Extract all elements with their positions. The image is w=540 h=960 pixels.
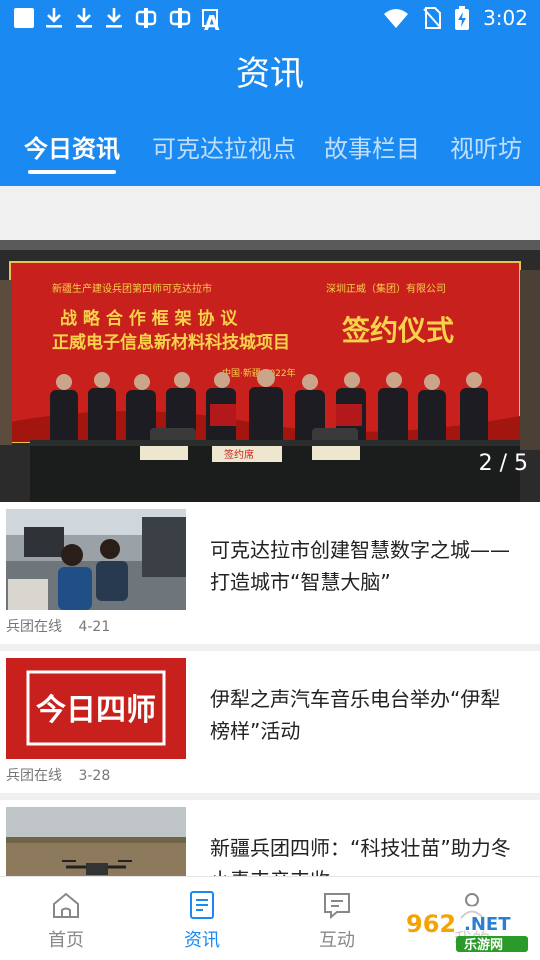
download-icon — [46, 8, 62, 28]
clock-text: 3:02 — [483, 6, 528, 30]
news-item-1[interactable]: 今日四师 伊犁之声汽车音乐电台举办“伊犁榜样”活动 兵团在线 3-28 — [0, 651, 540, 793]
bug-app-icon — [135, 8, 157, 28]
nav-interact[interactable]: 互动 — [287, 889, 387, 953]
a-badge-icon: A — [202, 9, 220, 35]
banner-carousel[interactable]: 新疆生产建设兵团第四师可克达拉市 深圳正威（集团）有限公司 战 略 合 作 框 … — [0, 240, 540, 502]
news-title: 可克达拉市创建智慧数字之城——打造城市“智慧大脑” — [210, 538, 510, 594]
thumb-logo-text: 今日四师 — [36, 693, 156, 728]
news-thumbnail: 今日四师 — [6, 658, 186, 759]
status-icons-left: A — [14, 6, 220, 35]
tab-kekedala-viewpoint[interactable]: 可克达拉视点 — [152, 132, 296, 166]
tab-story-column[interactable]: 故事栏目 — [324, 132, 420, 166]
news-date: 3-28 — [78, 768, 111, 784]
news-title: 新疆兵团四师：“科技壮苗”助力冬小麦丰产丰收 — [210, 836, 511, 876]
banner-ceremony: 签约仪式 — [342, 314, 454, 347]
banner-photo: 新疆生产建设兵团第四师可克达拉市 深圳正威（集团）有限公司 战 略 合 作 框 … — [0, 240, 540, 502]
banner-org-right: 深圳正威（集团）有限公司 — [326, 282, 446, 295]
banner-page-counter: 2 / 5 — [478, 451, 528, 476]
nav-home[interactable]: 首页 — [16, 889, 116, 953]
battery-charging-icon — [455, 6, 470, 30]
chat-icon — [324, 893, 350, 920]
category-tabs: 今日资讯 可克达拉视点 故事栏目 视听坊 — [0, 126, 540, 186]
news-list: 可克达拉市创建智慧数字之城——打造城市“智慧大脑” 兵团在线 4-21 今日四师… — [0, 502, 540, 876]
tab-today-news[interactable]: 今日资讯 — [24, 132, 120, 166]
banner-table-sign: 签约席 — [224, 448, 254, 461]
watermark-text: 乐游网 — [464, 937, 503, 953]
status-bar: A 3:02 — [0, 0, 540, 38]
today-sishi-logo: 今日四师 — [6, 658, 186, 759]
nav-news[interactable]: 资讯 — [152, 889, 252, 953]
field-drone-photo — [6, 807, 186, 876]
news-title: 伊犁之声汽车音乐电台举办“伊犁榜样”活动 — [210, 687, 501, 743]
no-sim-icon — [423, 7, 442, 29]
watermark-suffix: .NET — [464, 914, 511, 935]
banner-line1: 战 略 合 作 框 架 协 议 — [60, 308, 238, 329]
header: A 3:02 资讯 今日资讯 可克达拉视点 故事栏目 视听坊 — [0, 0, 540, 186]
banner-line2: 正威电子信息新材料科技城项目 — [52, 332, 290, 353]
site-watermark: 962 .NET 乐游网 — [402, 906, 532, 954]
download-icon — [106, 8, 122, 28]
news-meta: 兵团在线 4-21 — [6, 616, 110, 636]
status-icons-right: 3:02 — [383, 6, 528, 30]
bug-app-icon — [169, 8, 191, 28]
news-meta: 兵团在线 3-28 — [6, 765, 110, 785]
notification-square-icon — [14, 8, 34, 28]
news-source: 兵团在线 — [6, 619, 62, 635]
download-icon — [76, 8, 92, 28]
news-thumbnail — [6, 509, 186, 610]
news-date: 4-21 — [78, 619, 111, 635]
banner-org-left: 新疆生产建设兵团第四师可克达拉市 — [52, 282, 212, 295]
news-source: 兵团在线 — [6, 768, 62, 784]
home-icon — [53, 892, 79, 918]
watermark-number: 962 — [406, 910, 456, 938]
nav-interact-label: 互动 — [319, 930, 355, 951]
wifi-icon — [384, 9, 409, 28]
office-photo — [6, 509, 186, 610]
active-tab-indicator — [28, 170, 116, 174]
tab-audio-video[interactable]: 视听坊 — [450, 132, 522, 166]
nav-news-label: 资讯 — [184, 930, 220, 951]
nav-home-label: 首页 — [48, 930, 84, 951]
news-item-2[interactable]: 新疆兵团四师：“科技壮苗”助力冬小麦丰产丰收 — [0, 800, 540, 876]
news-icon — [190, 891, 214, 919]
news-thumbnail — [6, 807, 186, 876]
news-item-0[interactable]: 可克达拉市创建智慧数字之城——打造城市“智慧大脑” 兵团在线 4-21 — [0, 502, 540, 644]
app-screen: A 3:02 资讯 今日资讯 可克达拉视点 故事栏目 视听坊 新疆生产建设兵团第… — [0, 0, 540, 960]
page-title: 资讯 — [236, 54, 304, 94]
